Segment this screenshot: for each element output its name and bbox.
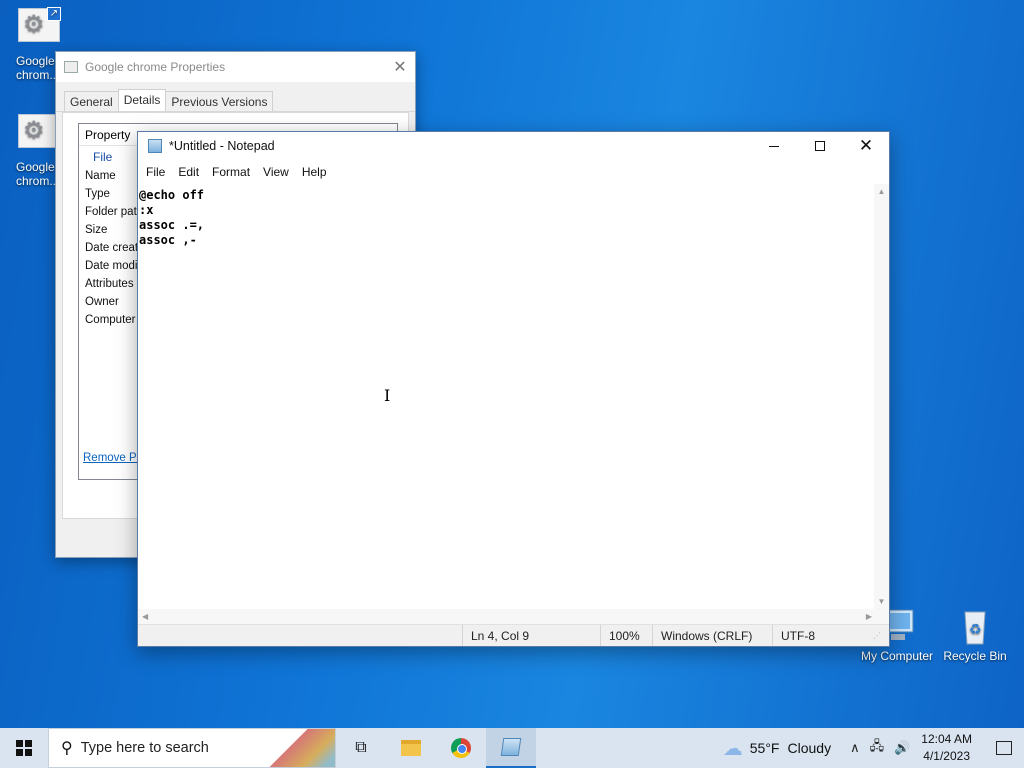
maximize-button[interactable] — [797, 132, 843, 160]
windows-logo-icon — [16, 740, 32, 756]
notepad-icon — [148, 139, 162, 153]
menu-file[interactable]: File — [141, 165, 173, 179]
menu-format[interactable]: Format — [207, 165, 258, 179]
horizontal-scrollbar[interactable]: ◀ ▶ — [138, 609, 876, 624]
folder-icon — [401, 740, 421, 756]
close-button[interactable]: ✕ — [843, 132, 889, 160]
svg-text:♻: ♻ — [969, 621, 982, 637]
scroll-down-icon[interactable]: ▼ — [874, 594, 889, 609]
search-icon: ⚲ — [61, 740, 73, 757]
status-spacer — [138, 625, 462, 646]
task-view-button[interactable]: ⧉ — [336, 728, 386, 768]
notification-icon — [996, 741, 1012, 755]
desktop-icon-recycle-bin[interactable]: ♻ Recycle Bin — [935, 604, 1015, 663]
notepad-icon — [500, 738, 522, 756]
menu-view[interactable]: View — [258, 165, 297, 179]
properties-window-icon — [64, 61, 78, 73]
search-highlight-image — [265, 729, 335, 767]
close-icon[interactable]: ✕ — [385, 57, 415, 77]
chrome-icon — [451, 738, 471, 758]
shortcut-gear-icon: ↗ — [18, 7, 62, 48]
properties-tabs: General Details Previous Versions — [56, 82, 415, 112]
status-line-ending: Windows (CRLF) — [652, 625, 772, 646]
tab-details[interactable]: Details — [117, 89, 167, 111]
status-bar: Ln 4, Col 9 100% Windows (CRLF) UTF-8 ⋰ — [138, 624, 889, 646]
recycle-bin-icon: ♻ — [955, 604, 995, 646]
scroll-right-icon[interactable]: ▶ — [866, 612, 872, 621]
status-zoom: 100% — [600, 625, 652, 646]
resize-grip-icon[interactable]: ⋰ — [873, 625, 889, 646]
desktop-icon-label: My Computer — [860, 649, 934, 663]
menu-edit[interactable]: Edit — [173, 165, 207, 179]
desktop-icon-label: Google chrom... — [16, 160, 60, 188]
tab-previous-versions[interactable]: Previous Versions — [165, 91, 274, 111]
taskbar-chrome[interactable] — [436, 728, 486, 768]
notepad-titlebar[interactable]: *Untitled - Notepad ✕ — [138, 132, 889, 160]
taskbar: ⚲ Type here to search ⧉ ☁ 55°F Cloudy ∧ … — [0, 728, 1024, 768]
notepad-title: *Untitled - Notepad — [169, 139, 275, 153]
taskbar-search-box[interactable]: ⚲ Type here to search — [48, 728, 336, 768]
clock-date: 4/1/2023 — [923, 749, 970, 763]
taskbar-file-explorer[interactable] — [386, 728, 436, 768]
close-icon: ✕ — [858, 136, 874, 155]
menu-help[interactable]: Help — [297, 165, 335, 179]
system-tray: ∧ 🖧 🔊 — [845, 737, 915, 759]
minimize-icon — [769, 145, 779, 147]
notification-button[interactable] — [984, 728, 1024, 768]
status-position: Ln 4, Col 9 — [462, 625, 600, 646]
network-icon[interactable]: 🖧 — [870, 737, 885, 759]
notepad-window: *Untitled - Notepad ✕ File Edit Format V… — [137, 131, 890, 647]
desktop-icon-label: Recycle Bin — [943, 649, 1007, 663]
weather-widget[interactable]: ☁ 55°F Cloudy — [723, 736, 831, 761]
weather-condition: Cloudy — [787, 740, 832, 756]
status-encoding: UTF-8 — [772, 625, 872, 646]
search-placeholder: Type here to search — [80, 740, 209, 756]
scroll-up-icon[interactable]: ▲ — [874, 184, 889, 199]
taskbar-notepad[interactable] — [486, 728, 536, 768]
clock-time: 12:04 AM — [921, 732, 972, 746]
minimize-button[interactable] — [751, 132, 797, 160]
start-button[interactable] — [0, 728, 48, 768]
cloud-icon: ☁ — [722, 737, 743, 760]
text-cursor-icon: I — [384, 386, 391, 405]
properties-title: Google chrome Properties — [85, 60, 226, 74]
scrollbar-corner — [874, 609, 889, 624]
scroll-left-icon[interactable]: ◀ — [142, 612, 148, 621]
vertical-scrollbar[interactable]: ▲ ▼ — [874, 184, 889, 609]
clock[interactable]: 12:04 AM 4/1/2023 — [921, 731, 972, 765]
properties-titlebar[interactable]: Google chrome Properties ✕ — [56, 52, 415, 82]
menu-bar: File Edit Format View Help — [138, 160, 889, 184]
text-editor[interactable]: @echo off :x assoc .=, assoc ,- — [138, 184, 874, 609]
tab-general[interactable]: General — [64, 91, 119, 111]
desktop-icon-label: Google chrom... — [16, 54, 60, 82]
weather-temp: 55°F — [749, 740, 780, 756]
volume-icon[interactable]: 🔊 — [894, 740, 910, 756]
maximize-icon — [815, 141, 825, 151]
chevron-up-icon[interactable]: ∧ — [850, 740, 860, 756]
task-view-icon: ⧉ — [355, 739, 367, 756]
